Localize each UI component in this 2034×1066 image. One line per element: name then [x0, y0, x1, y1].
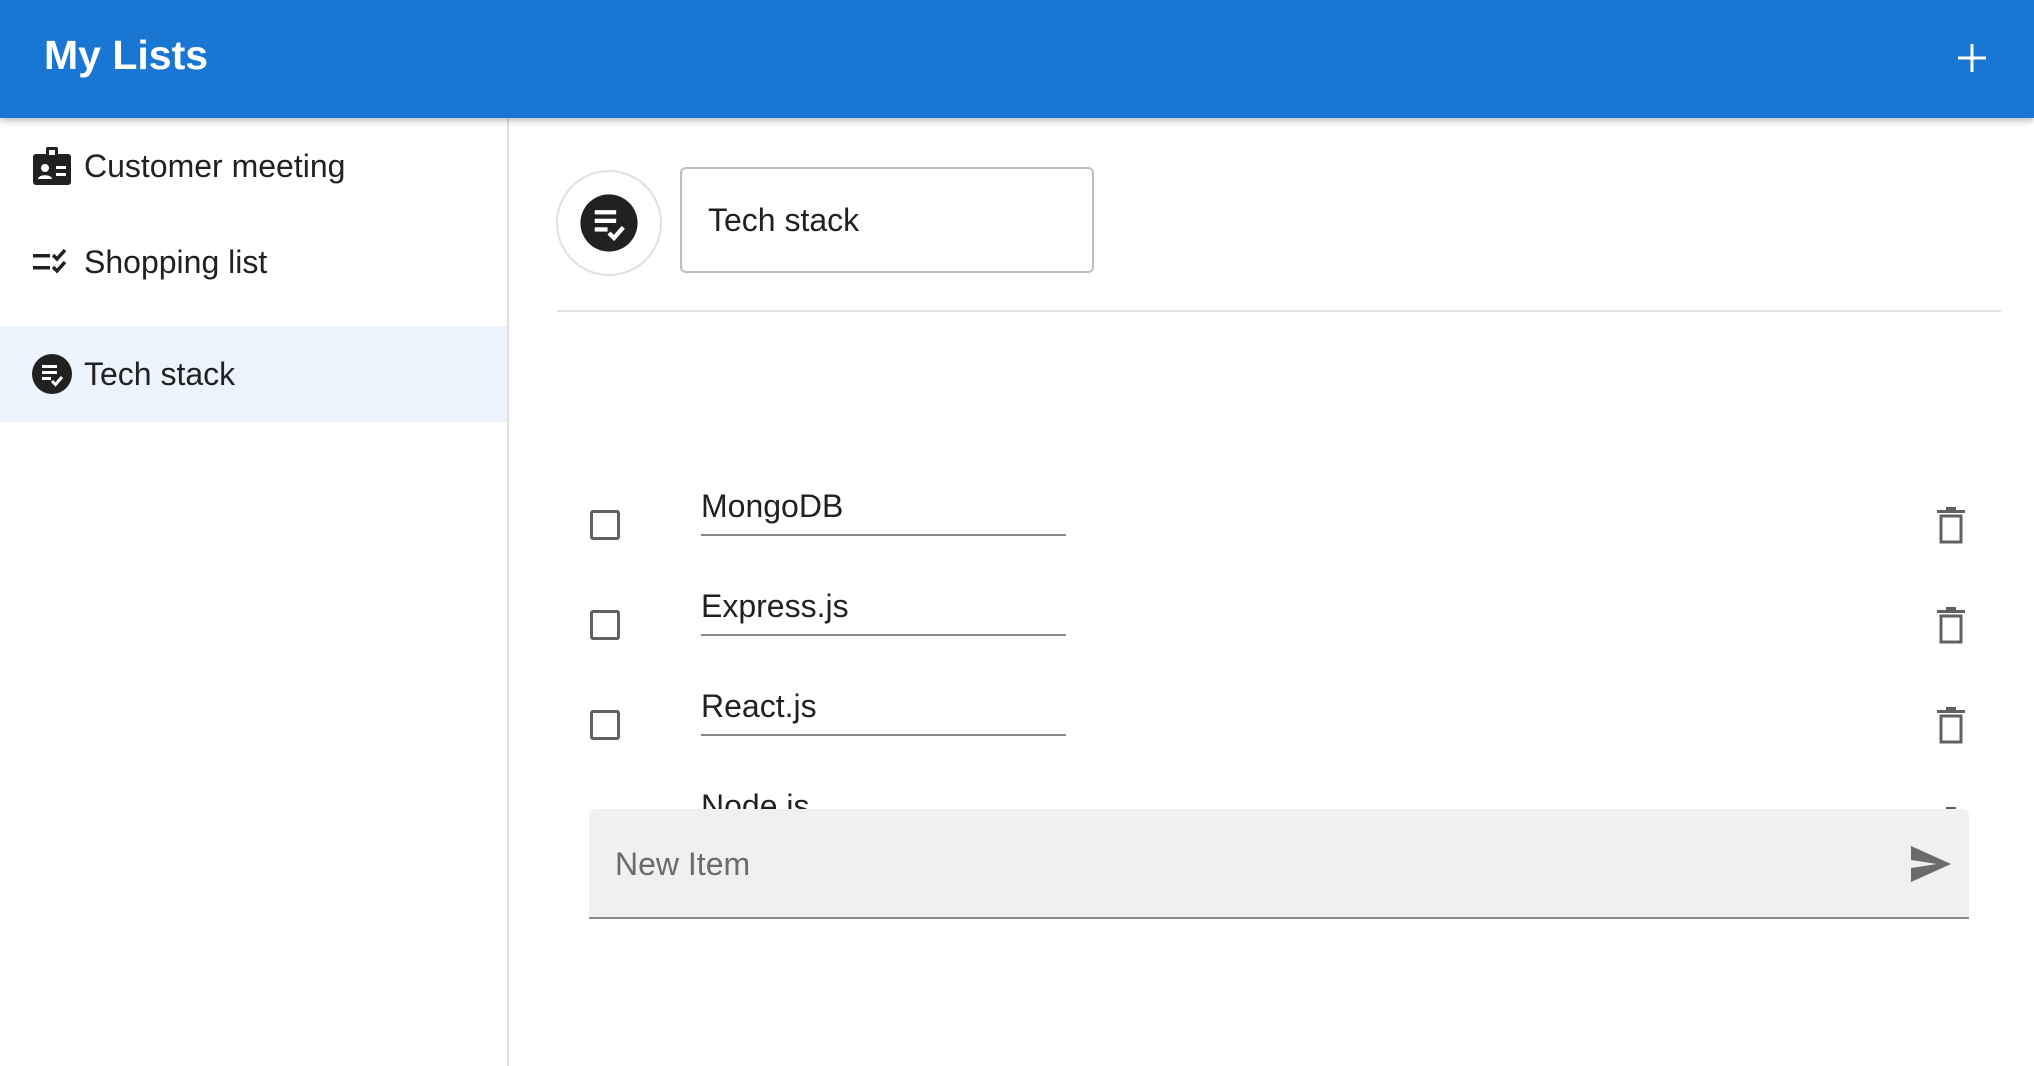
new-item-field	[589, 809, 1969, 919]
divider	[557, 310, 2001, 312]
item-text-field[interactable]	[701, 578, 1066, 636]
new-item-input[interactable]	[613, 833, 1817, 895]
add-list-button[interactable]	[1940, 26, 2004, 90]
trash-icon	[1937, 707, 1965, 744]
list-item	[509, 458, 2034, 558]
list-check-circle-icon	[32, 354, 72, 394]
sidebar-item-shopping-list[interactable]: Shopping list	[0, 214, 507, 310]
trash-icon	[1937, 607, 1965, 644]
item-checkbox[interactable]	[590, 710, 620, 740]
list-item	[509, 558, 2034, 658]
delete-item-button[interactable]	[1929, 704, 1973, 748]
send-button[interactable]	[1907, 840, 1955, 888]
checklist-icon	[33, 248, 67, 274]
item-checkbox[interactable]	[590, 610, 620, 640]
trash-icon	[1937, 507, 1965, 544]
plus-icon	[1958, 44, 1986, 72]
list-icon-button[interactable]	[556, 170, 662, 276]
item-text-field[interactable]	[701, 478, 1066, 536]
list-check-circle-icon	[580, 194, 638, 252]
sidebar: Customer meeting Shopping list Tech stac…	[0, 118, 509, 1066]
sidebar-item-label: Customer meeting	[84, 148, 346, 184]
sidebar-item-customer-meeting[interactable]: Customer meeting	[0, 118, 507, 214]
list-item	[509, 658, 2034, 758]
sidebar-item-label: Tech stack	[84, 356, 236, 392]
badge-icon	[33, 147, 71, 185]
delete-item-button[interactable]	[1929, 504, 1973, 548]
item-text-field[interactable]	[701, 678, 1066, 736]
item-checkbox[interactable]	[590, 510, 620, 540]
delete-item-button[interactable]	[1929, 604, 1973, 648]
list-name-field[interactable]	[680, 167, 1094, 273]
app-title: My Lists	[44, 32, 209, 78]
list-detail	[509, 118, 2034, 1066]
send-icon	[1911, 846, 1951, 882]
sidebar-item-tech-stack[interactable]: Tech stack	[0, 326, 507, 422]
app-bar: My Lists	[0, 0, 2034, 118]
sidebar-item-label: Shopping list	[84, 244, 268, 280]
